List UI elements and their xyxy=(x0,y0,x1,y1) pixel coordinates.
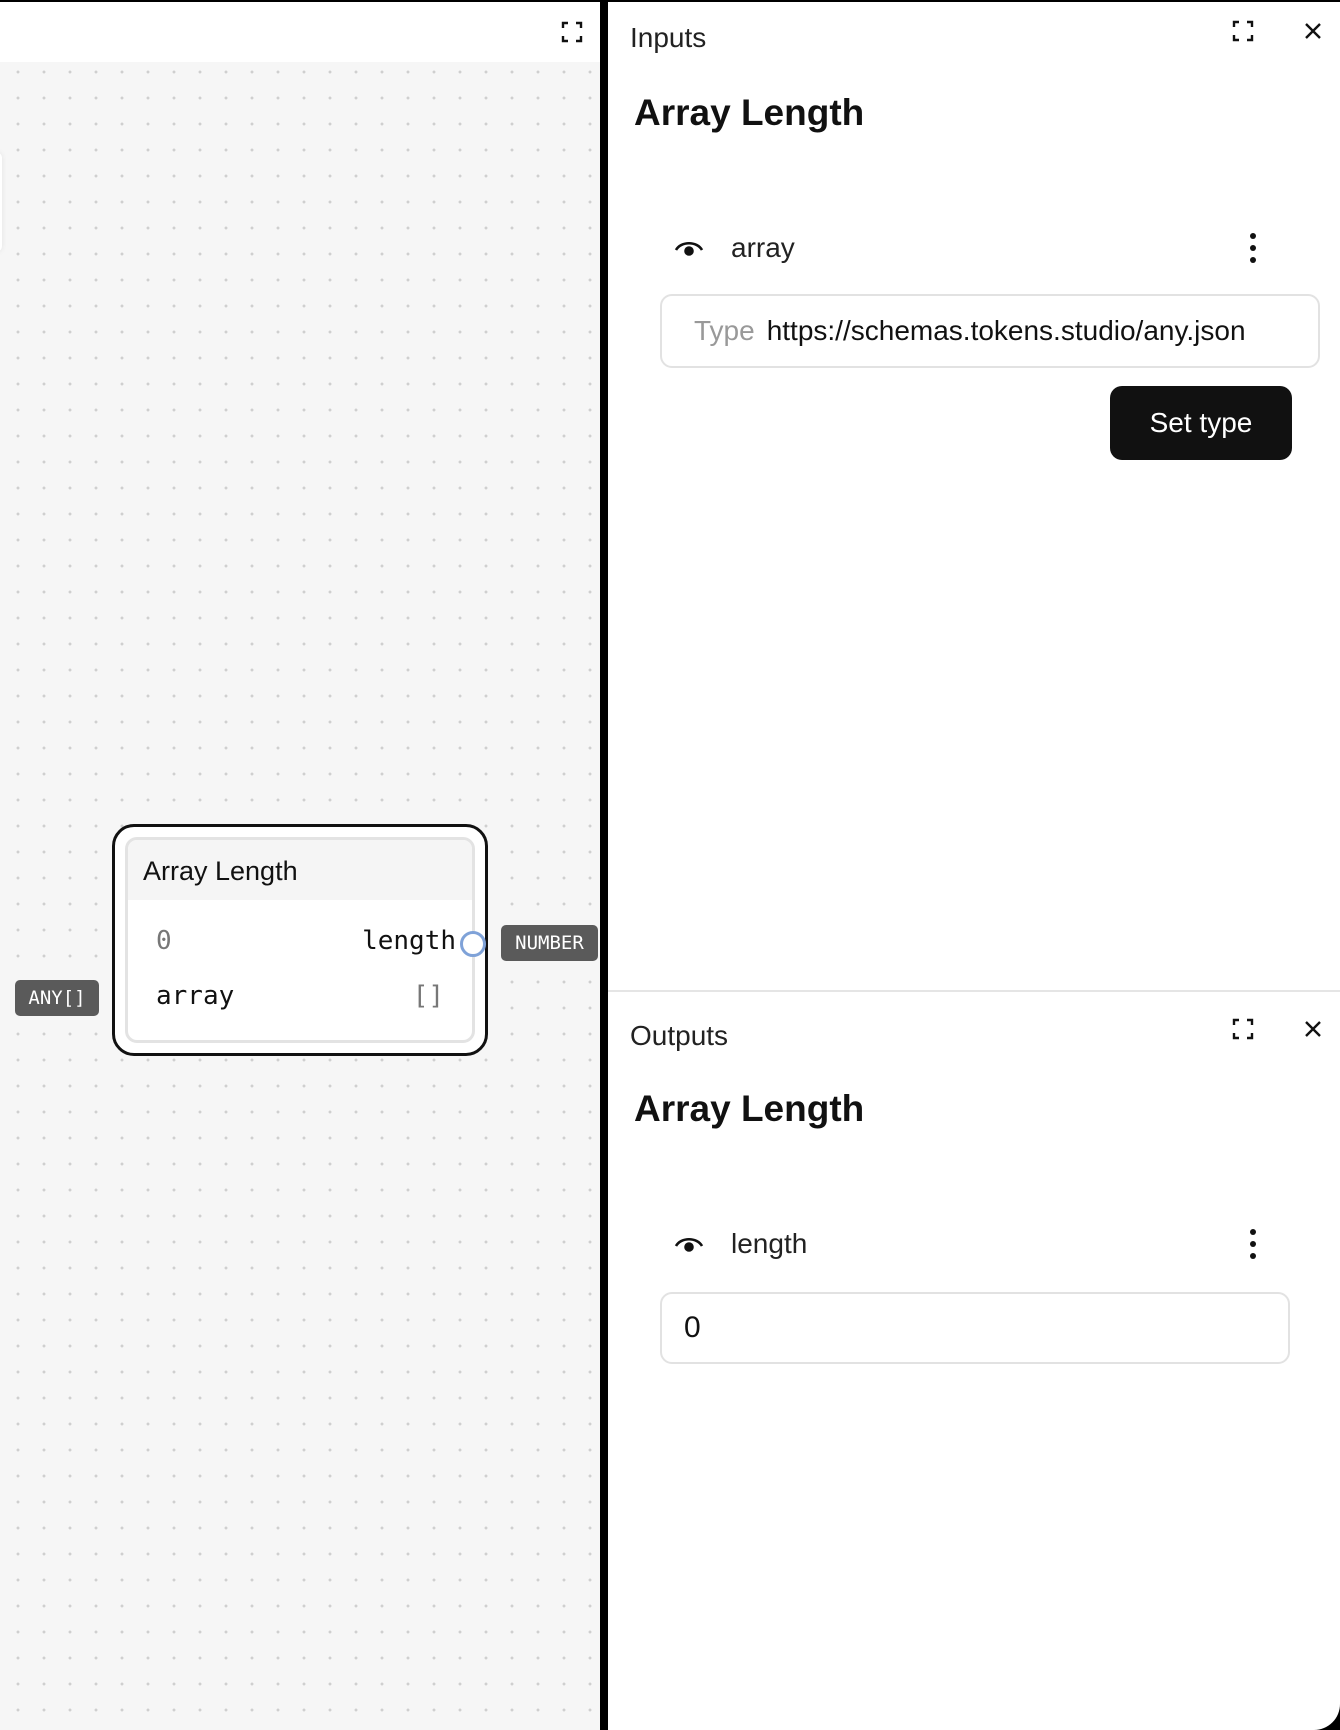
node-input-row: array [] xyxy=(128,977,472,1017)
outputs-panel: Outputs Array Length length 0 xyxy=(608,992,1340,1730)
node-title[interactable]: Array Length xyxy=(128,840,472,900)
graph-canvas[interactable]: ANY[] NUMBER Array Length 0 length array… xyxy=(0,2,600,1730)
inputs-panel-label: Inputs xyxy=(630,22,707,53)
more-vertical-icon[interactable] xyxy=(1238,1226,1268,1262)
input-name: array xyxy=(156,981,235,1011)
set-type-button[interactable]: Set type xyxy=(1110,386,1292,460)
length-output-port[interactable] xyxy=(460,931,486,957)
input-type-badge: ANY[] xyxy=(15,980,99,1016)
input-value: [] xyxy=(412,981,444,1011)
canvas-toolbar xyxy=(0,2,600,62)
output-type-badge: NUMBER xyxy=(501,925,598,961)
array-length-node[interactable]: Array Length 0 length array [] xyxy=(112,824,488,1056)
canvas-side-handle[interactable] xyxy=(0,152,2,252)
input-field-name: array xyxy=(731,232,795,263)
type-field[interactable]: Type https://schemas.tokens.studio/any.j… xyxy=(660,294,1320,368)
eye-icon[interactable] xyxy=(672,1228,706,1258)
more-vertical-icon[interactable] xyxy=(1238,230,1268,266)
inputs-panel-title: Array Length xyxy=(634,92,865,133)
type-value[interactable]: https://schemas.tokens.studio/any.json xyxy=(767,315,1246,347)
fullscreen-icon[interactable] xyxy=(1228,1014,1258,1044)
close-icon[interactable] xyxy=(1298,1014,1328,1044)
type-label: Type xyxy=(694,315,755,346)
close-icon[interactable] xyxy=(1298,16,1328,46)
fullscreen-icon[interactable] xyxy=(1228,16,1258,46)
inputs-panel: Inputs Array Length array Type https://s… xyxy=(608,2,1340,990)
node-output-row: 0 length xyxy=(128,922,472,962)
outputs-panel-title: Array Length xyxy=(634,1088,865,1129)
output-value: 0 xyxy=(156,926,172,956)
node-body: Array Length 0 length array [] xyxy=(125,837,475,1043)
outputs-panel-label: Outputs xyxy=(630,1020,729,1051)
eye-icon[interactable] xyxy=(672,232,706,262)
output-value-field[interactable]: 0 xyxy=(660,1292,1290,1364)
fullscreen-icon[interactable] xyxy=(558,18,586,46)
output-name: length xyxy=(362,926,456,956)
output-field-name: length xyxy=(731,1228,808,1259)
